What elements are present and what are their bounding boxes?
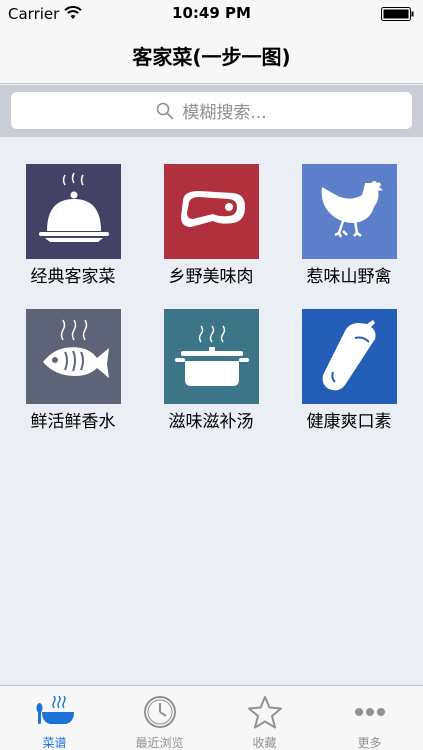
status-time: 10:49 PM [172,4,251,22]
star-icon [248,696,282,729]
category-label: 健康爽口素 [306,412,392,432]
category-image [26,309,121,404]
cloche-icon [38,172,109,242]
page-title: 客家菜(一步一图) [132,45,291,69]
battery-icon [381,7,414,21]
tab-label: 菜谱 [42,736,67,750]
category-label: 惹味山野禽 [306,267,392,287]
tab-more[interactable]: 更多 [317,686,422,750]
category-label: 经典客家菜 [30,267,116,287]
category-image [302,164,397,259]
tab-recipes[interactable]: 菜谱 [2,686,107,750]
category-image [164,164,259,259]
eggplant-icon [322,319,375,390]
soup-pot-icon [174,325,249,386]
category-image [164,309,259,404]
category-image [26,164,121,259]
category-poultry[interactable]: 惹味山野禽 [289,164,409,304]
tab-label: 收藏 [252,736,277,750]
category-label: 鲜活鲜香水 [30,412,116,432]
chicken-icon [321,180,383,238]
category-soup[interactable]: 滋味滋补汤 [151,309,271,449]
category-classic[interactable]: 经典客家菜 [13,164,133,304]
more-icon [355,708,385,716]
tab-recent[interactable]: 最近浏览 [107,686,212,750]
category-image [302,309,397,404]
fish-icon [42,319,109,378]
category-seafood[interactable]: 鲜活鲜香水 [13,309,133,449]
tab-bar: 菜谱 最近浏览 收藏 更多 [0,685,423,750]
search-placeholder: 模糊搜索... [182,103,267,123]
category-grid: 经典客家菜 乡野美味肉 惹味山野禽 鲜活鲜香水 滋味滋补汤 健康爽口素 [0,137,423,685]
search-icon [157,102,174,119]
tab-favorites[interactable]: 收藏 [212,686,317,750]
tab-label: 最近浏览 [135,736,184,750]
search-bar: 模糊搜索... [0,85,423,137]
tab-label: 更多 [357,736,382,750]
category-label: 乡野美味肉 [168,267,254,287]
category-label: 滋味滋补汤 [168,412,254,432]
steak-icon [180,190,245,227]
category-meat[interactable]: 乡野美味肉 [151,164,271,304]
status-bar: Carrier 10:49 PM [0,0,423,28]
navigation-bar: 客家菜(一步一图) [0,28,423,84]
recipe-bowl-icon [36,695,74,724]
clock-icon [144,696,176,728]
search-input[interactable]: 模糊搜索... [11,92,412,129]
category-vegetable[interactable]: 健康爽口素 [289,309,409,449]
